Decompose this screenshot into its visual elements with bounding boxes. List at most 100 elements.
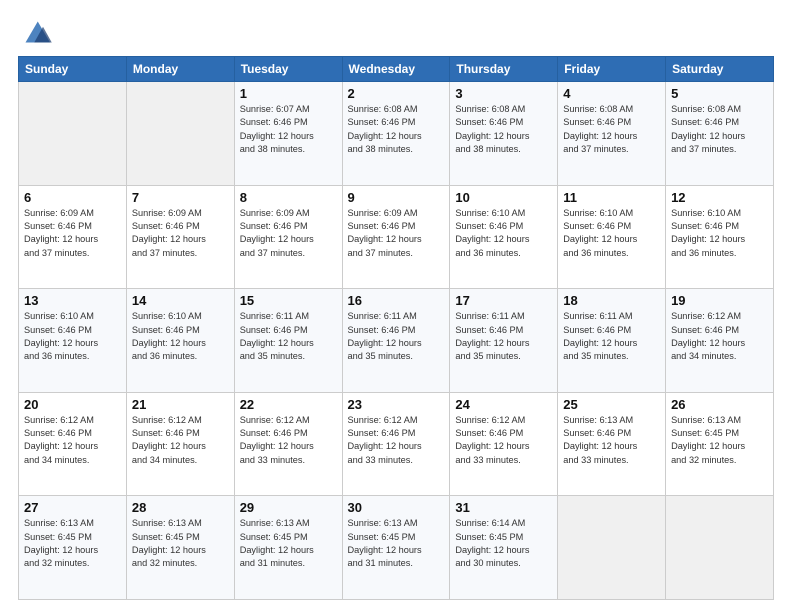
day-number: 25 [563, 397, 660, 412]
calendar-week-row: 13 Sunrise: 6:10 AM Sunset: 6:46 PM Dayli… [19, 289, 774, 393]
page: SundayMondayTuesdayWednesdayThursdayFrid… [0, 0, 792, 612]
calendar-cell: 8Sunrise: 6:09 AM Sunset: 6:46 PM Daylig… [234, 185, 342, 289]
calendar-cell: 19Sunrise: 6:12 AM Sunset: 6:46 PM Dayli… [666, 289, 774, 393]
calendar-week-row: 20 Sunrise: 6:12 AM Sunset: 6:46 PM Dayli… [19, 392, 774, 496]
day-info: Sunrise: 6:10 AM Sunset: 6:46 PM Dayligh… [455, 207, 552, 260]
weekday-header-wednesday: Wednesday [342, 57, 450, 82]
weekday-header-row: SundayMondayTuesdayWednesdayThursdayFrid… [19, 57, 774, 82]
calendar-cell: 31Sunrise: 6:14 AM Sunset: 6:45 PM Dayli… [450, 496, 558, 600]
calendar-cell: 14 Sunrise: 6:10 AM Sunset: 6:46 PM Dayli… [126, 289, 234, 393]
day-info: Sunrise: 6:10 AM Sunset: 6:46 PM Dayligh… [671, 207, 768, 260]
day-number: 24 [455, 397, 552, 412]
day-info: Sunrise: 6:09 AM Sunset: 6:46 PM Dayligh… [348, 207, 445, 260]
day-number: 4 [563, 86, 660, 101]
day-number: 8 [240, 190, 337, 205]
weekday-header-saturday: Saturday [666, 57, 774, 82]
day-number: 1 [240, 86, 337, 101]
calendar-week-row: 27 Sunrise: 6:13 AM Sunset: 6:45 PM Dayli… [19, 496, 774, 600]
day-number: 28 [132, 500, 229, 515]
calendar-cell: 28 Sunrise: 6:13 AM Sunset: 6:45 PM Dayli… [126, 496, 234, 600]
day-number: 31 [455, 500, 552, 515]
day-number: 13 [24, 293, 121, 308]
day-number: 18 [563, 293, 660, 308]
day-info: Sunrise: 6:12 AM Sunset: 6:46 PM Dayligh… [455, 414, 552, 467]
day-number: 16 [348, 293, 445, 308]
day-number: 20 [24, 397, 121, 412]
day-info: Sunrise: 6:12 AM Sunset: 6:46 PM Dayligh… [671, 310, 768, 363]
calendar-cell [19, 82, 127, 186]
header [18, 18, 774, 46]
day-number: 7 [132, 190, 229, 205]
calendar-cell [126, 82, 234, 186]
day-number: 6 [24, 190, 121, 205]
day-info: Sunrise: 6:11 AM Sunset: 6:46 PM Dayligh… [348, 310, 445, 363]
day-info: Sunrise: 6:10 AM Sunset: 6:46 PM Dayligh… [132, 310, 229, 363]
day-info: Sunrise: 6:12 AM Sunset: 6:46 PM Dayligh… [240, 414, 337, 467]
calendar-cell: 5 Sunrise: 6:08 AM Sunset: 6:46 PM Daylig… [666, 82, 774, 186]
day-info: Sunrise: 6:11 AM Sunset: 6:46 PM Dayligh… [563, 310, 660, 363]
day-number: 14 [132, 293, 229, 308]
day-number: 27 [24, 500, 121, 515]
day-number: 15 [240, 293, 337, 308]
calendar-cell: 6 Sunrise: 6:09 AM Sunset: 6:46 PM Daylig… [19, 185, 127, 289]
calendar-cell: 30 Sunrise: 6:13 AM Sunset: 6:45 PM Dayli… [342, 496, 450, 600]
day-info: Sunrise: 6:08 AM Sunset: 6:46 PM Dayligh… [348, 103, 445, 156]
day-number: 30 [348, 500, 445, 515]
calendar-cell: 1 Sunrise: 6:07 AM Sunset: 6:46 PM Daylig… [234, 82, 342, 186]
day-info: Sunrise: 6:07 AM Sunset: 6:46 PM Dayligh… [240, 103, 337, 156]
calendar-cell: 27 Sunrise: 6:13 AM Sunset: 6:45 PM Dayli… [19, 496, 127, 600]
calendar-cell: 22 Sunrise: 6:12 AM Sunset: 6:46 PM Dayli… [234, 392, 342, 496]
day-info: Sunrise: 6:13 AM Sunset: 6:45 PM Dayligh… [24, 517, 121, 570]
day-info: Sunrise: 6:08 AM Sunset: 6:46 PM Dayligh… [671, 103, 768, 156]
day-number: 23 [348, 397, 445, 412]
weekday-header-tuesday: Tuesday [234, 57, 342, 82]
day-number: 12 [671, 190, 768, 205]
day-number: 26 [671, 397, 768, 412]
weekday-header-monday: Monday [126, 57, 234, 82]
calendar-cell: 12 Sunrise: 6:10 AM Sunset: 6:46 PM Dayli… [666, 185, 774, 289]
day-number: 5 [671, 86, 768, 101]
day-number: 10 [455, 190, 552, 205]
calendar-cell: 13Sunrise: 6:10 AM Sunset: 6:46 PM Dayli… [19, 289, 127, 393]
calendar-cell [558, 496, 666, 600]
day-info: Sunrise: 6:13 AM Sunset: 6:45 PM Dayligh… [132, 517, 229, 570]
calendar-cell: 23 Sunrise: 6:12 AM Sunset: 6:46 PM Dayli… [342, 392, 450, 496]
day-info: Sunrise: 6:08 AM Sunset: 6:46 PM Dayligh… [455, 103, 552, 156]
calendar-week-row: 1 Sunrise: 6:07 AM Sunset: 6:46 PM Daylig… [19, 82, 774, 186]
calendar-cell: 3 Sunrise: 6:08 AM Sunset: 6:46 PM Daylig… [450, 82, 558, 186]
calendar-cell: 26 Sunrise: 6:13 AM Sunset: 6:45 PM Dayli… [666, 392, 774, 496]
day-info: Sunrise: 6:09 AM Sunset: 6:46 PM Dayligh… [132, 207, 229, 260]
calendar-cell: 7 Sunrise: 6:09 AM Sunset: 6:46 PM Daylig… [126, 185, 234, 289]
day-info: Sunrise: 6:12 AM Sunset: 6:46 PM Dayligh… [132, 414, 229, 467]
calendar-cell: 2 Sunrise: 6:08 AM Sunset: 6:46 PM Daylig… [342, 82, 450, 186]
day-number: 3 [455, 86, 552, 101]
calendar-table: SundayMondayTuesdayWednesdayThursdayFrid… [18, 56, 774, 600]
day-info: Sunrise: 6:09 AM Sunset: 6:46 PM Dayligh… [24, 207, 121, 260]
weekday-header-friday: Friday [558, 57, 666, 82]
day-info: Sunrise: 6:13 AM Sunset: 6:45 PM Dayligh… [671, 414, 768, 467]
calendar-cell: 16 Sunrise: 6:11 AM Sunset: 6:46 PM Dayli… [342, 289, 450, 393]
day-info: Sunrise: 6:13 AM Sunset: 6:45 PM Dayligh… [348, 517, 445, 570]
day-info: Sunrise: 6:13 AM Sunset: 6:45 PM Dayligh… [240, 517, 337, 570]
day-number: 11 [563, 190, 660, 205]
day-info: Sunrise: 6:12 AM Sunset: 6:46 PM Dayligh… [348, 414, 445, 467]
logo [18, 18, 58, 46]
calendar-cell: 11 Sunrise: 6:10 AM Sunset: 6:46 PM Dayli… [558, 185, 666, 289]
day-info: Sunrise: 6:10 AM Sunset: 6:46 PM Dayligh… [563, 207, 660, 260]
calendar-cell: 29 Sunrise: 6:13 AM Sunset: 6:45 PM Dayli… [234, 496, 342, 600]
calendar-cell: 4 Sunrise: 6:08 AM Sunset: 6:46 PM Daylig… [558, 82, 666, 186]
weekday-header-sunday: Sunday [19, 57, 127, 82]
calendar-cell: 9Sunrise: 6:09 AM Sunset: 6:46 PM Daylig… [342, 185, 450, 289]
calendar-cell: 15 Sunrise: 6:11 AM Sunset: 6:46 PM Dayli… [234, 289, 342, 393]
calendar-cell [666, 496, 774, 600]
day-number: 29 [240, 500, 337, 515]
day-info: Sunrise: 6:08 AM Sunset: 6:46 PM Dayligh… [563, 103, 660, 156]
weekday-header-thursday: Thursday [450, 57, 558, 82]
day-number: 22 [240, 397, 337, 412]
day-number: 2 [348, 86, 445, 101]
day-info: Sunrise: 6:12 AM Sunset: 6:46 PM Dayligh… [24, 414, 121, 467]
calendar-cell: 18 Sunrise: 6:11 AM Sunset: 6:46 PM Dayli… [558, 289, 666, 393]
day-info: Sunrise: 6:11 AM Sunset: 6:46 PM Dayligh… [240, 310, 337, 363]
calendar-cell: 24 Sunrise: 6:12 AM Sunset: 6:46 PM Dayli… [450, 392, 558, 496]
calendar-cell: 21Sunrise: 6:12 AM Sunset: 6:46 PM Dayli… [126, 392, 234, 496]
